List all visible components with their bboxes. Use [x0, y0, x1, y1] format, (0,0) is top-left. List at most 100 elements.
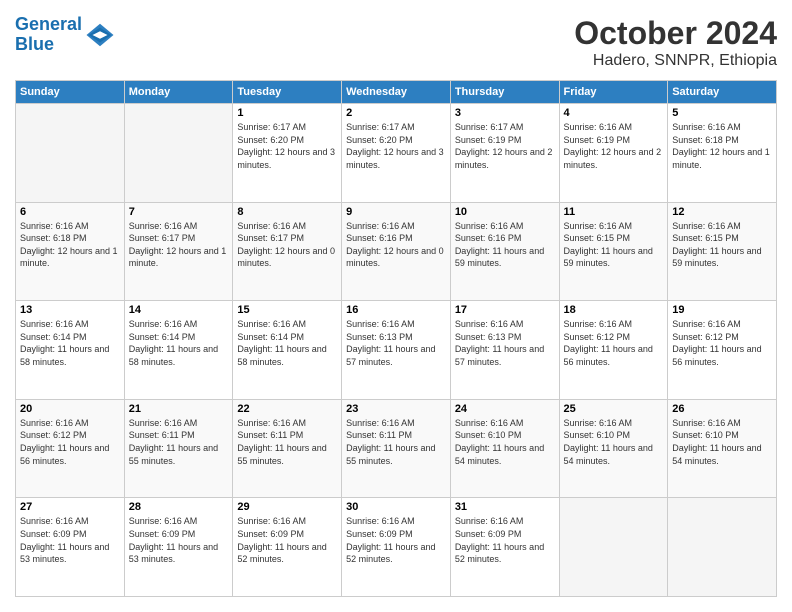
day-header-sunday: Sunday [16, 81, 125, 104]
day-header-monday: Monday [124, 81, 233, 104]
day-info: Sunrise: 6:16 AM Sunset: 6:17 PM Dayligh… [129, 220, 229, 270]
day-info: Sunrise: 6:16 AM Sunset: 6:19 PM Dayligh… [564, 121, 664, 171]
day-info: Sunrise: 6:16 AM Sunset: 6:18 PM Dayligh… [672, 121, 772, 171]
calendar-cell: 20 Sunrise: 6:16 AM Sunset: 6:12 PM Dayli… [16, 399, 125, 498]
calendar-cell: 16 Sunrise: 6:16 AM Sunset: 6:13 PM Dayli… [342, 301, 451, 400]
calendar-cell: 3Sunrise: 6:17 AM Sunset: 6:19 PM Daylig… [450, 104, 559, 203]
day-number: 7 [129, 206, 229, 218]
day-info: Sunrise: 6:16 AM Sunset: 6:16 PM Dayligh… [346, 220, 446, 270]
day-info: Sunrise: 6:16 AM Sunset: 6:14 PM Dayligh… [237, 318, 337, 368]
calendar-cell: 9 Sunrise: 6:16 AM Sunset: 6:16 PM Daylig… [342, 202, 451, 301]
calendar-cell: 29Sunrise: 6:16 AM Sunset: 6:09 PM Dayli… [233, 498, 342, 597]
calendar-week-2: 13Sunrise: 6:16 AM Sunset: 6:14 PM Dayli… [16, 301, 777, 400]
calendar-cell: 14 Sunrise: 6:16 AM Sunset: 6:14 PM Dayli… [124, 301, 233, 400]
calendar-cell: 2 Sunrise: 6:17 AM Sunset: 6:20 PM Daylig… [342, 104, 451, 203]
day-number: 1 [237, 107, 337, 119]
calendar-cell: 12 Sunrise: 6:16 AM Sunset: 6:15 PM Dayli… [668, 202, 777, 301]
calendar-cell: 23 Sunrise: 6:16 AM Sunset: 6:11 PM Dayli… [342, 399, 451, 498]
day-number: 11 [564, 206, 664, 218]
day-info: Sunrise: 6:16 AM Sunset: 6:15 PM Dayligh… [564, 220, 664, 270]
day-number: 21 [129, 403, 229, 415]
day-number: 19 [672, 304, 772, 316]
calendar-cell: 6Sunrise: 6:16 AM Sunset: 6:18 PM Daylig… [16, 202, 125, 301]
day-number: 20 [20, 403, 120, 415]
day-info: Sunrise: 6:16 AM Sunset: 6:12 PM Dayligh… [564, 318, 664, 368]
calendar-cell: 17Sunrise: 6:16 AM Sunset: 6:13 PM Dayli… [450, 301, 559, 400]
calendar-cell: 19Sunrise: 6:16 AM Sunset: 6:12 PM Dayli… [668, 301, 777, 400]
calendar-cell: 4 Sunrise: 6:16 AM Sunset: 6:19 PM Daylig… [559, 104, 668, 203]
day-number: 22 [237, 403, 337, 415]
day-info: Sunrise: 6:16 AM Sunset: 6:09 PM Dayligh… [346, 515, 446, 565]
day-number: 4 [564, 107, 664, 119]
calendar-table: SundayMondayTuesdayWednesdayThursdayFrid… [15, 80, 777, 597]
calendar-cell: 18 Sunrise: 6:16 AM Sunset: 6:12 PM Dayli… [559, 301, 668, 400]
header-row: SundayMondayTuesdayWednesdayThursdayFrid… [16, 81, 777, 104]
calendar-cell: 24 Sunrise: 6:16 AM Sunset: 6:10 PM Dayli… [450, 399, 559, 498]
header: General Blue October 2024 Hadero, SNNPR,… [15, 15, 777, 70]
day-header-saturday: Saturday [668, 81, 777, 104]
calendar-cell [124, 104, 233, 203]
day-info: Sunrise: 6:16 AM Sunset: 6:13 PM Dayligh… [455, 318, 555, 368]
day-info: Sunrise: 6:16 AM Sunset: 6:09 PM Dayligh… [455, 515, 555, 565]
calendar-cell [16, 104, 125, 203]
calendar-cell [559, 498, 668, 597]
calendar-cell: 31 Sunrise: 6:16 AM Sunset: 6:09 PM Dayli… [450, 498, 559, 597]
month-year-title: October 2024 [574, 15, 777, 52]
calendar-cell: 11 Sunrise: 6:16 AM Sunset: 6:15 PM Dayli… [559, 202, 668, 301]
day-number: 12 [672, 206, 772, 218]
calendar-cell: 8 Sunrise: 6:16 AM Sunset: 6:17 PM Daylig… [233, 202, 342, 301]
day-info: Sunrise: 6:16 AM Sunset: 6:15 PM Dayligh… [672, 220, 772, 270]
calendar-cell: 1 Sunrise: 6:17 AM Sunset: 6:20 PM Daylig… [233, 104, 342, 203]
day-info: Sunrise: 6:16 AM Sunset: 6:14 PM Dayligh… [20, 318, 120, 368]
day-info: Sunrise: 6:16 AM Sunset: 6:09 PM Dayligh… [20, 515, 120, 565]
day-info: Sunrise: 6:17 AM Sunset: 6:20 PM Dayligh… [237, 121, 337, 171]
day-number: 31 [455, 501, 555, 513]
day-info: Sunrise: 6:16 AM Sunset: 6:11 PM Dayligh… [237, 417, 337, 467]
calendar-week-4: 27 Sunrise: 6:16 AM Sunset: 6:09 PM Dayli… [16, 498, 777, 597]
day-number: 18 [564, 304, 664, 316]
day-info: Sunrise: 6:17 AM Sunset: 6:19 PM Dayligh… [455, 121, 555, 171]
location-subtitle: Hadero, SNNPR, Ethiopia [574, 52, 777, 70]
calendar-week-0: 1 Sunrise: 6:17 AM Sunset: 6:20 PM Daylig… [16, 104, 777, 203]
day-info: Sunrise: 6:16 AM Sunset: 6:10 PM Dayligh… [672, 417, 772, 467]
day-header-wednesday: Wednesday [342, 81, 451, 104]
day-info: Sunrise: 6:16 AM Sunset: 6:16 PM Dayligh… [455, 220, 555, 270]
day-info: Sunrise: 6:16 AM Sunset: 6:09 PM Dayligh… [237, 515, 337, 565]
day-info: Sunrise: 6:16 AM Sunset: 6:11 PM Dayligh… [346, 417, 446, 467]
day-number: 28 [129, 501, 229, 513]
day-number: 24 [455, 403, 555, 415]
day-info: Sunrise: 6:16 AM Sunset: 6:11 PM Dayligh… [129, 417, 229, 467]
day-info: Sunrise: 6:16 AM Sunset: 6:17 PM Dayligh… [237, 220, 337, 270]
day-number: 2 [346, 107, 446, 119]
calendar-header: SundayMondayTuesdayWednesdayThursdayFrid… [16, 81, 777, 104]
page: General Blue October 2024 Hadero, SNNPR,… [0, 0, 792, 612]
calendar-week-3: 20 Sunrise: 6:16 AM Sunset: 6:12 PM Dayli… [16, 399, 777, 498]
day-number: 27 [20, 501, 120, 513]
calendar-cell: 7 Sunrise: 6:16 AM Sunset: 6:17 PM Daylig… [124, 202, 233, 301]
day-info: Sunrise: 6:16 AM Sunset: 6:12 PM Dayligh… [20, 417, 120, 467]
day-number: 15 [237, 304, 337, 316]
calendar-cell: 26Sunrise: 6:16 AM Sunset: 6:10 PM Dayli… [668, 399, 777, 498]
day-header-tuesday: Tuesday [233, 81, 342, 104]
logo-icon [85, 20, 115, 50]
day-info: Sunrise: 6:16 AM Sunset: 6:13 PM Dayligh… [346, 318, 446, 368]
day-info: Sunrise: 6:16 AM Sunset: 6:14 PM Dayligh… [129, 318, 229, 368]
calendar-body: 1 Sunrise: 6:17 AM Sunset: 6:20 PM Daylig… [16, 104, 777, 597]
day-number: 9 [346, 206, 446, 218]
day-number: 16 [346, 304, 446, 316]
day-number: 23 [346, 403, 446, 415]
calendar-cell: 13Sunrise: 6:16 AM Sunset: 6:14 PM Dayli… [16, 301, 125, 400]
calendar-cell: 28Sunrise: 6:16 AM Sunset: 6:09 PM Dayli… [124, 498, 233, 597]
day-number: 5 [672, 107, 772, 119]
day-info: Sunrise: 6:16 AM Sunset: 6:18 PM Dayligh… [20, 220, 120, 270]
day-info: Sunrise: 6:16 AM Sunset: 6:10 PM Dayligh… [455, 417, 555, 467]
calendar-cell [668, 498, 777, 597]
day-number: 30 [346, 501, 446, 513]
day-number: 25 [564, 403, 664, 415]
logo: General Blue [15, 15, 115, 55]
day-info: Sunrise: 6:17 AM Sunset: 6:20 PM Dayligh… [346, 121, 446, 171]
calendar-cell: 5 Sunrise: 6:16 AM Sunset: 6:18 PM Daylig… [668, 104, 777, 203]
day-number: 8 [237, 206, 337, 218]
day-number: 14 [129, 304, 229, 316]
calendar-cell: 21 Sunrise: 6:16 AM Sunset: 6:11 PM Dayli… [124, 399, 233, 498]
